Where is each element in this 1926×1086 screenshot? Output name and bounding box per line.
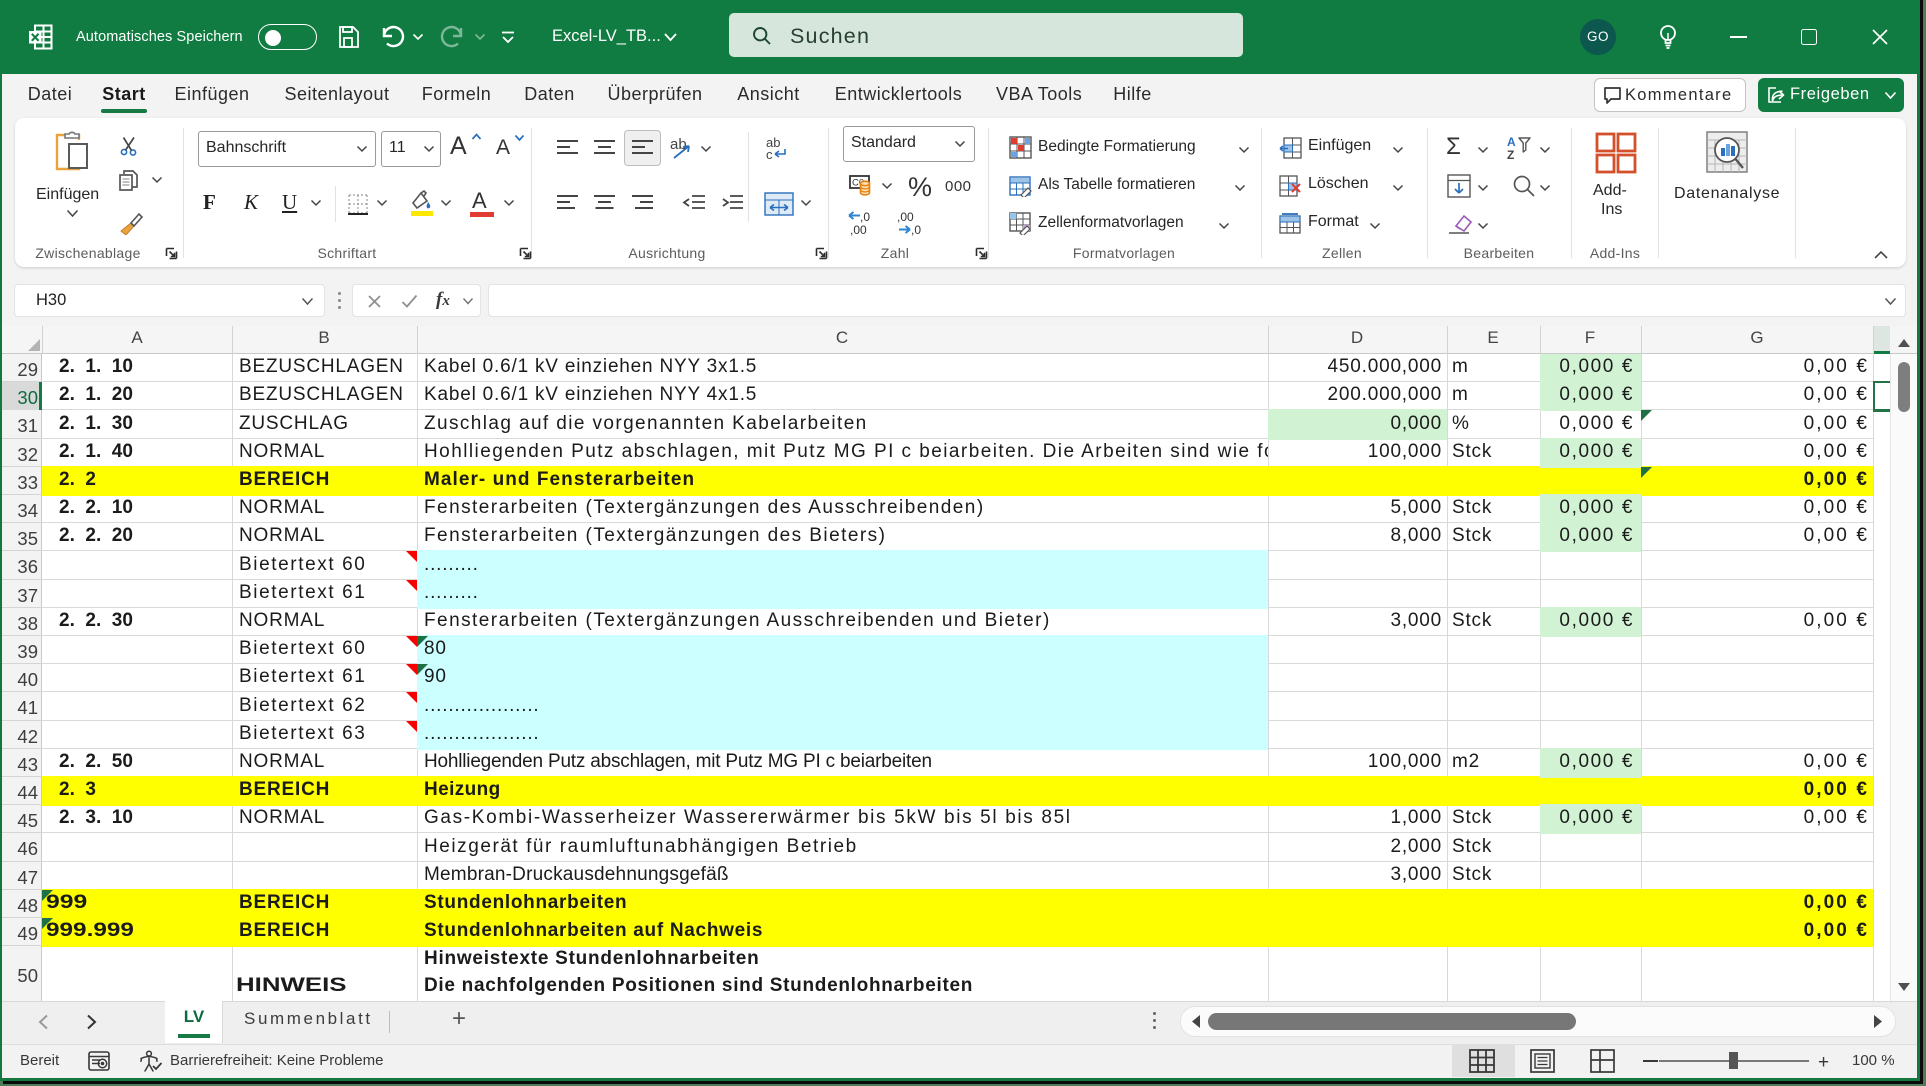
svg-text:,00: ,00 bbox=[850, 223, 867, 236]
svg-text:A: A bbox=[1507, 135, 1516, 149]
svg-text:,0: ,0 bbox=[860, 210, 870, 224]
svg-text:,00: ,00 bbox=[897, 210, 914, 224]
svg-text:Z: Z bbox=[1507, 148, 1514, 161]
svg-text:,0: ,0 bbox=[911, 223, 921, 236]
svg-text:c: c bbox=[766, 147, 773, 160]
